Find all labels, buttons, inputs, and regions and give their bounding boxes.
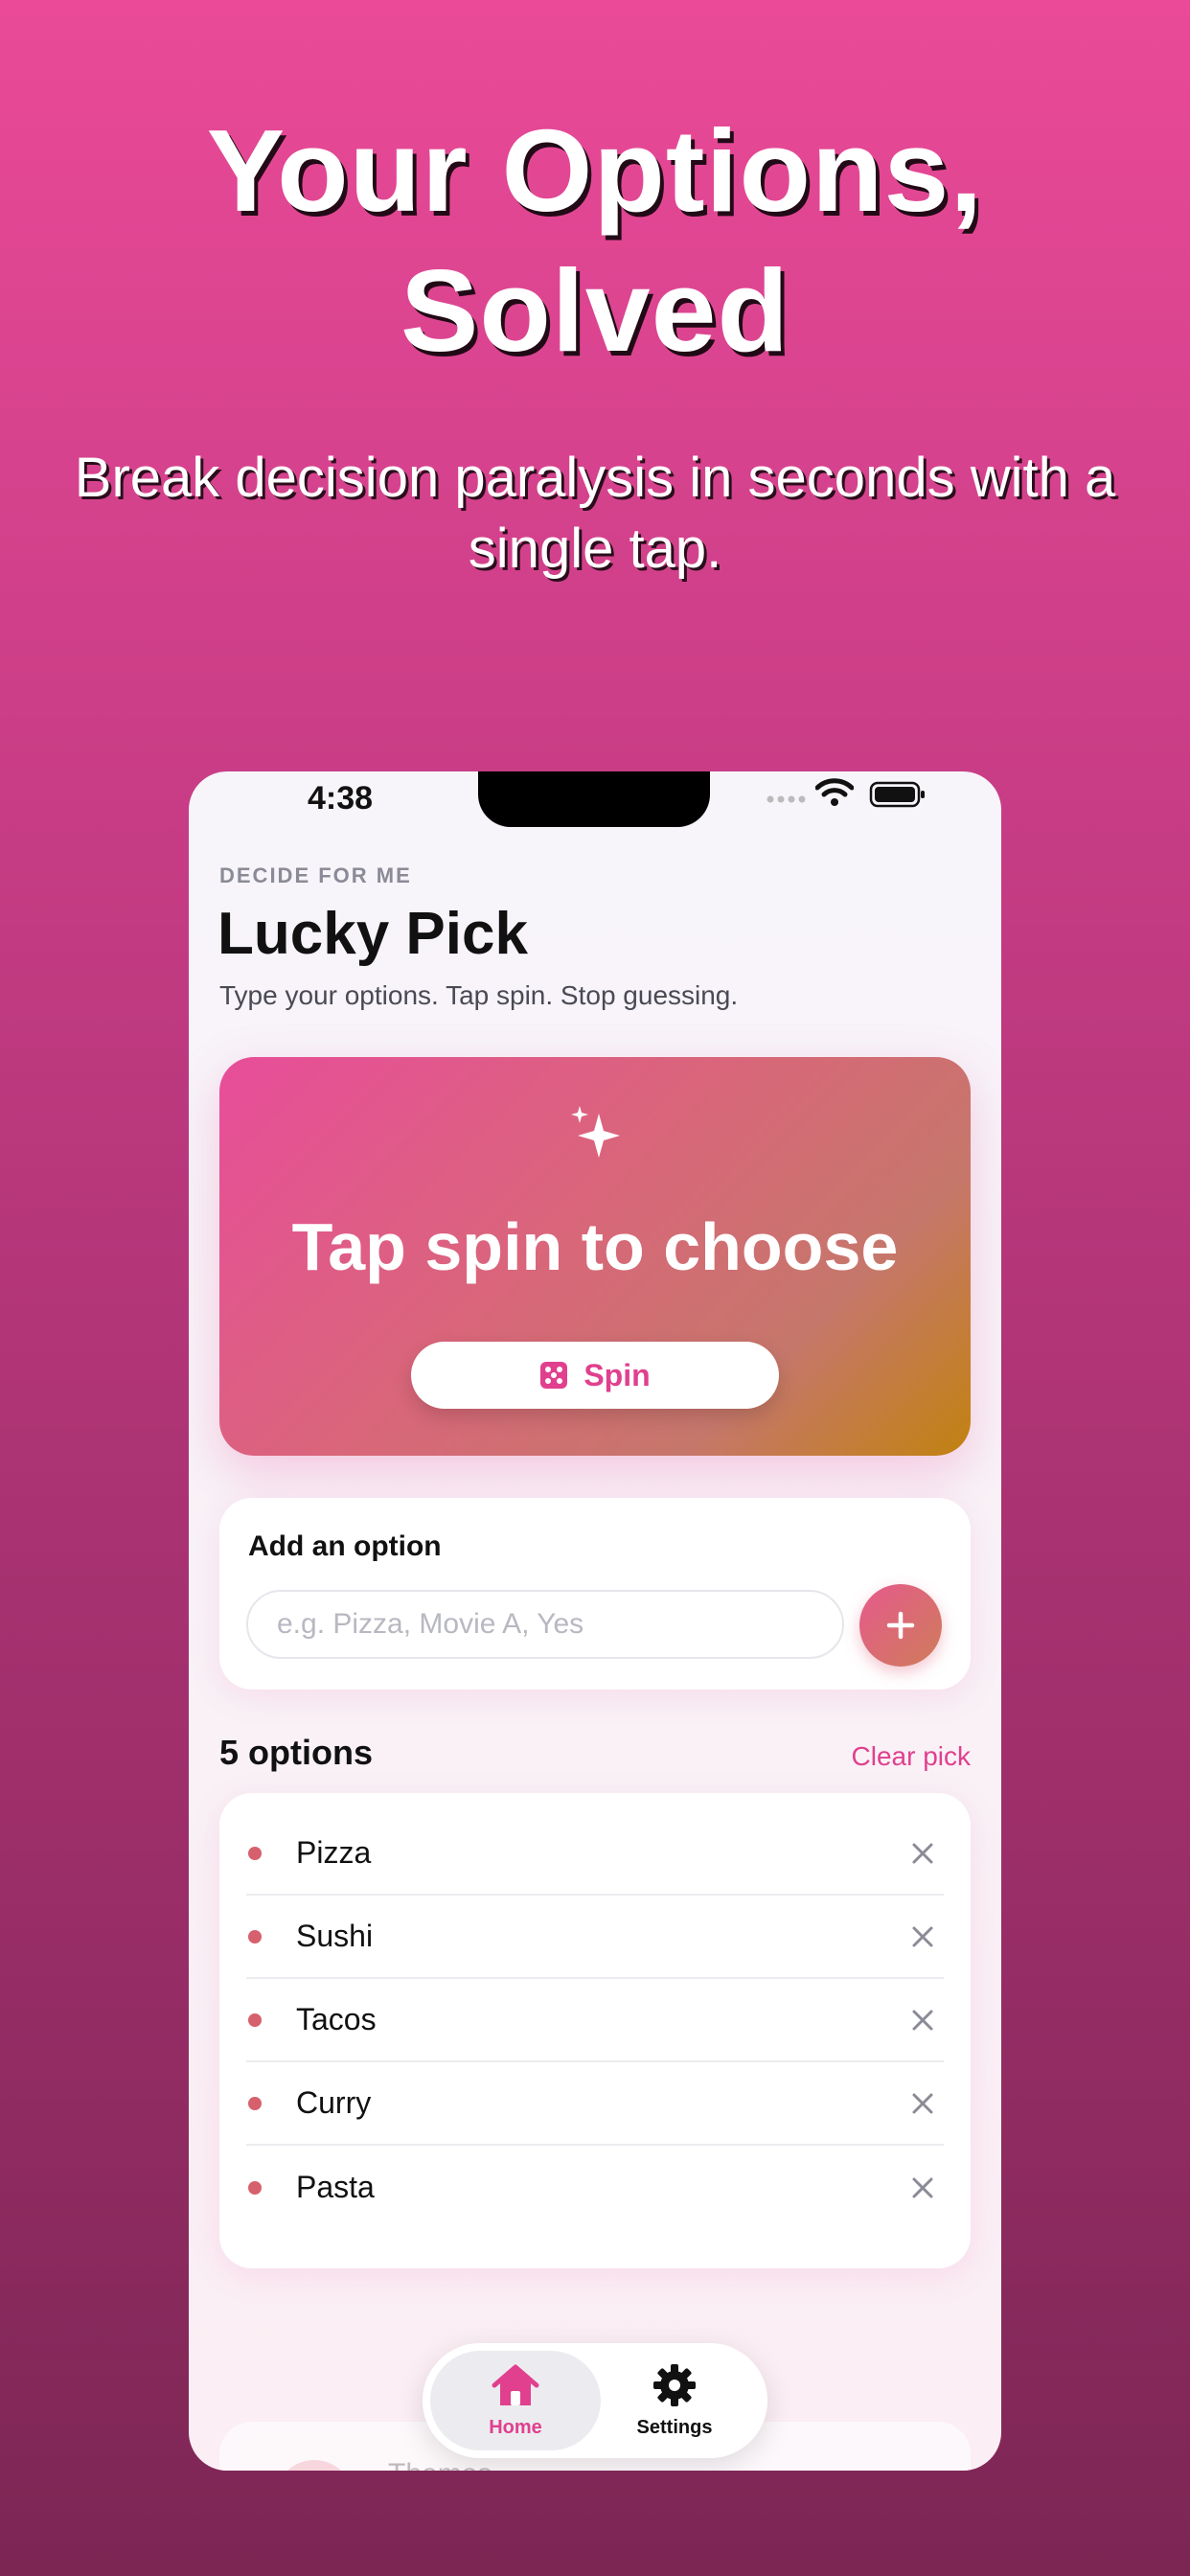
plus-icon <box>886 1611 915 1640</box>
close-icon <box>912 1926 933 1946</box>
list-item: Sushi <box>246 1896 944 1979</box>
dynamic-island <box>478 771 710 827</box>
bullet-dot <box>248 2180 262 2195</box>
list-item: Tacos <box>246 1979 944 2062</box>
add-option-button[interactable] <box>859 1584 942 1667</box>
eyebrow-label: DECIDE FOR ME <box>219 863 412 887</box>
marketing-headline: Your Options, Solved <box>0 101 1190 380</box>
bullet-dot <box>248 2012 262 2027</box>
bullet-dot <box>248 2096 262 2110</box>
bullet-dot <box>248 1929 262 1944</box>
close-icon <box>912 2010 933 2030</box>
remove-option-button[interactable] <box>904 2169 942 2207</box>
headline-line-1: Your Options, <box>206 105 984 236</box>
remove-option-button[interactable] <box>904 1918 942 1956</box>
remove-option-button[interactable] <box>904 2001 942 2039</box>
spin-prompt: Tap spin to choose <box>291 1209 899 1284</box>
phone-screen: 4:38 DECIDE FOR ME Lucky Pick Type your … <box>189 771 1001 2471</box>
battery-icon <box>869 781 925 808</box>
spin-button[interactable]: Spin <box>411 1342 779 1409</box>
spin-card: Tap spin to choose Spin <box>219 1057 971 1456</box>
tab-home-label: Home <box>489 2417 542 2438</box>
spin-button-label: Spin <box>584 1357 651 1392</box>
tab-settings-label: Settings <box>636 2417 713 2438</box>
themes-label: Themes <box>388 2458 492 2471</box>
status-time: 4:38 <box>308 780 374 816</box>
tab-bar: Home Settings <box>423 2343 767 2458</box>
status-bar: 4:38 <box>189 771 1001 839</box>
add-option-card: Add an option <box>219 1498 971 1690</box>
headline-line-2: Solved <box>400 245 790 376</box>
page-subtitle: Type your options. Tap spin. Stop guessi… <box>219 980 739 1010</box>
tab-settings[interactable]: Settings <box>589 2351 760 2450</box>
bullet-dot <box>248 1846 262 1860</box>
option-label: Curry <box>296 2085 372 2120</box>
page-title: Lucky Pick <box>217 901 528 967</box>
remove-option-button[interactable] <box>904 2084 942 2123</box>
options-count: 5 options <box>219 1733 373 1772</box>
list-item: Pasta <box>246 2146 944 2229</box>
cellular-signal-icon <box>767 795 806 803</box>
close-icon <box>912 1843 933 1863</box>
list-item: Pizza <box>246 1812 944 1896</box>
option-label: Pasta <box>296 2170 375 2204</box>
clear-pick-link[interactable]: Clear pick <box>852 1741 971 1772</box>
sparkle-icon <box>571 1106 620 1158</box>
dice-icon <box>540 1362 568 1389</box>
gear-icon <box>653 2364 696 2406</box>
option-label: Tacos <box>296 2002 377 2036</box>
option-input[interactable] <box>246 1590 844 1659</box>
marketing-subhead: Break decision paralysis in seconds with… <box>74 447 1116 580</box>
tab-home[interactable]: Home <box>430 2351 601 2450</box>
list-item: Curry <box>246 2062 944 2146</box>
add-option-title: Add an option <box>248 1530 442 1562</box>
themes-icon <box>275 2460 354 2471</box>
wifi-icon <box>815 778 854 806</box>
house-icon <box>492 2364 539 2405</box>
option-label: Sushi <box>296 1919 374 1953</box>
options-list: Pizza Sushi Tacos Curry Pasta <box>219 1793 971 2268</box>
option-label: Pizza <box>296 1835 372 1870</box>
close-icon <box>912 2177 933 2197</box>
remove-option-button[interactable] <box>904 1834 942 1873</box>
close-icon <box>912 2093 933 2113</box>
